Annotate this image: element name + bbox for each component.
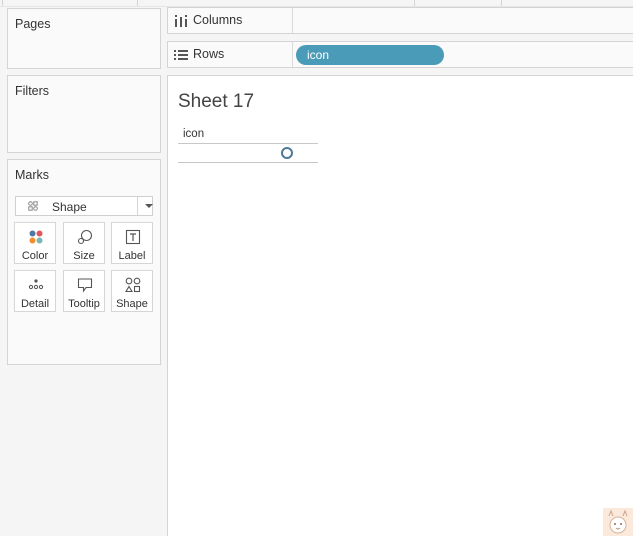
color-button[interactable]: Color: [14, 222, 56, 264]
marks-card: Marks Shape Color Size Label Detail Tool…: [7, 159, 161, 365]
shape-icon: [28, 201, 38, 211]
detail-button-label: Detail: [20, 298, 50, 310]
columns-icon: [175, 15, 187, 27]
detail-button[interactable]: Detail: [14, 270, 56, 312]
label-icon: [125, 229, 141, 245]
shape-button[interactable]: Shape: [111, 270, 153, 312]
size-icon: [77, 229, 93, 245]
toolbar-divider: [414, 0, 415, 6]
marks-title: Marks: [15, 168, 50, 182]
pages-title: Pages: [15, 17, 51, 31]
row-divider: [178, 162, 318, 163]
label-button-label: Label: [118, 250, 146, 262]
sheet-title: Sheet 17: [178, 91, 255, 112]
toolbar-divider: [501, 0, 502, 6]
size-button-label: Size: [73, 250, 95, 262]
rows-icon: [174, 50, 188, 60]
dropdown-divider: [137, 197, 138, 215]
top-toolbar-strip: [0, 0, 633, 7]
pages-card[interactable]: Pages: [7, 8, 161, 69]
toolbar-divider: [2, 0, 3, 6]
rows-label: Rows: [193, 47, 225, 61]
mark-type-label: Shape: [52, 200, 87, 214]
filters-title: Filters: [15, 84, 50, 98]
chevron-down-icon[interactable]: [145, 204, 153, 208]
tooltip-icon: [77, 278, 93, 293]
shape-button-label: Shape: [116, 298, 148, 310]
rows-shelf[interactable]: Rows icon: [167, 41, 633, 68]
tooltip-button[interactable]: Tooltip: [63, 270, 105, 312]
color-icon: [29, 230, 43, 244]
mark-type-dropdown[interactable]: Shape: [15, 196, 153, 216]
shelf-divider: [292, 42, 293, 67]
label-button[interactable]: Label: [111, 222, 153, 264]
columns-label: Columns: [193, 13, 243, 27]
row-header-label: icon: [183, 128, 205, 140]
filters-card[interactable]: Filters: [7, 75, 161, 153]
shelf-divider: [292, 8, 293, 33]
tooltip-button-label: Tooltip: [68, 298, 100, 310]
size-button[interactable]: Size: [63, 222, 105, 264]
worksheet-view[interactable]: Sheet 17 icon: [167, 75, 633, 536]
shape-mark[interactable]: [281, 147, 293, 159]
header-divider: [178, 143, 318, 144]
toolbar-divider: [137, 0, 138, 6]
avatar-icon: [603, 508, 633, 536]
color-button-label: Color: [21, 250, 49, 262]
columns-shelf[interactable]: Columns: [167, 7, 633, 34]
pill-label: icon: [307, 48, 330, 62]
detail-icon: [28, 279, 44, 290]
shape-icon: [125, 277, 141, 293]
icon-field-pill[interactable]: icon: [296, 45, 444, 65]
